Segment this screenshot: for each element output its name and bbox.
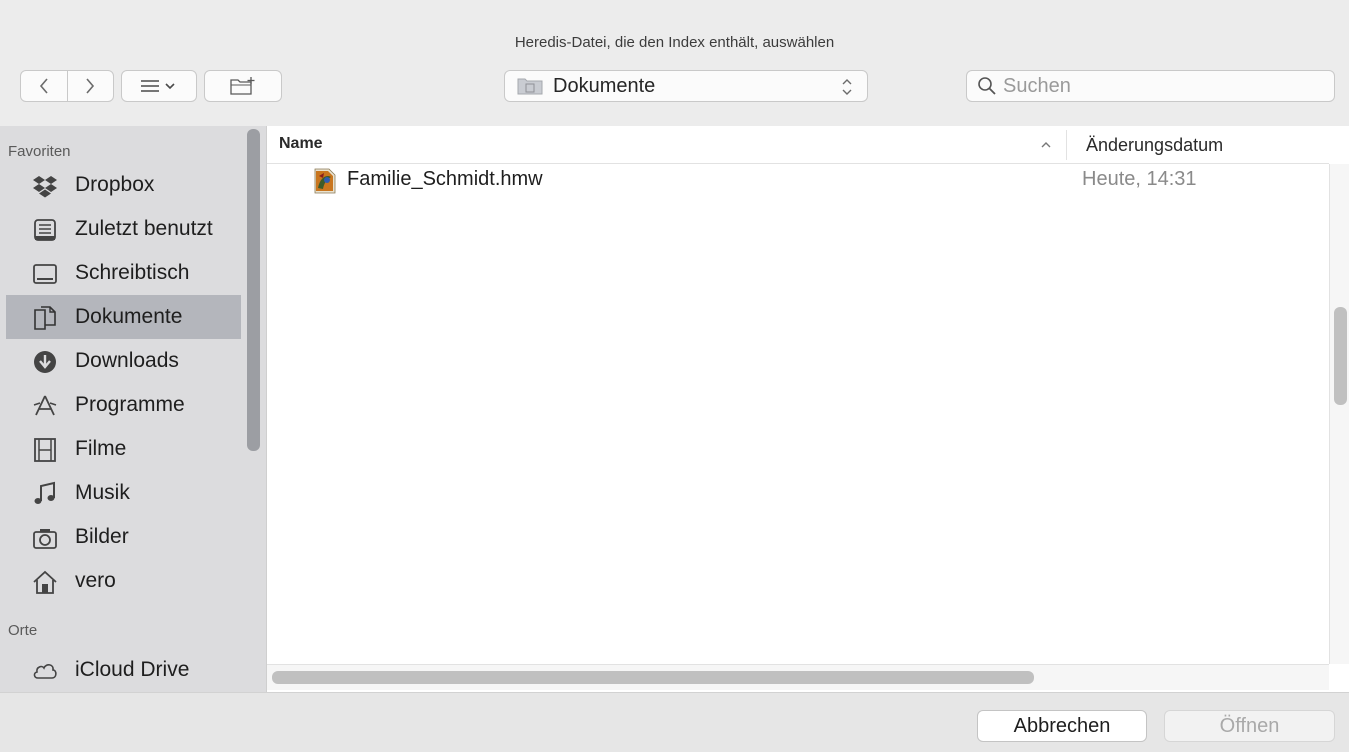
dialog-title: Heredis-Datei, die den Index enthält, au… [514,34,835,51]
sidebar-item-label: Zuletzt benutzt [75,217,213,240]
horizontal-scrollbar-thumb[interactable] [272,671,1034,684]
open-button[interactable]: Öffnen [1164,710,1335,742]
location-popup[interactable]: Dokumente [504,70,868,102]
table-row[interactable]: Familie_Schmidt.hmw Heute, 14:31 [267,166,1329,198]
sidebar-item-applications[interactable]: Programme [0,383,266,427]
column-header-name[interactable]: Name [279,135,323,153]
back-forward-group [20,70,114,102]
search-field[interactable] [966,70,1335,102]
column-header: Name Änderungsdatum [267,126,1329,164]
folder-icon [517,78,543,95]
back-button[interactable] [21,71,67,101]
sidebar-item-documents[interactable]: Dokumente [6,295,241,339]
sidebar-section-places: Orte [8,622,38,639]
documents-icon [34,306,56,330]
sidebar-section-favorites: Favoriten [8,143,71,160]
sidebar-item-label: Dropbox [75,173,155,196]
sidebar-scrollbar[interactable] [247,129,260,451]
pictures-icon [33,529,57,549]
movies-icon [34,438,56,462]
sidebar-item-label: iCloud Drive [75,658,190,681]
dropbox-icon [33,176,57,198]
sidebar-item-home[interactable]: vero [0,559,266,603]
sidebar: Favoriten Dropbox Zuletzt benutzt Schrei [0,126,266,692]
music-icon [34,481,55,504]
home-icon [33,570,57,594]
sidebar-item-music[interactable]: Musik [0,471,266,515]
new-folder-icon [230,77,255,95]
file-date: Heute, 14:31 [1082,168,1197,190]
sidebar-item-label: Filme [75,437,127,460]
sidebar-item-label: Schreibtisch [75,261,190,284]
cancel-button[interactable]: Abbrechen [977,710,1147,742]
sidebar-item-recents[interactable]: Zuletzt benutzt [0,207,266,251]
desktop-icon [33,264,57,284]
file-list: Name Änderungsdatum Familie_Schmidt.hmw … [266,126,1349,692]
dialog-footer: Abbrechen Öffnen [0,692,1349,752]
search-input[interactable] [1003,74,1323,98]
heredis-file-icon [314,168,336,194]
sidebar-item-label: Musik [75,481,130,504]
updown-chevron-icon [842,79,852,95]
sidebar-item-dropbox[interactable]: Dropbox [0,163,266,207]
sort-ascending-icon[interactable] [1040,140,1052,148]
sidebar-item-label: Dokumente [75,305,183,328]
column-header-date[interactable]: Änderungsdatum [1086,135,1223,156]
vertical-scrollbar-thumb[interactable] [1334,307,1347,405]
file-name: Familie_Schmidt.hmw [347,168,543,190]
search-icon [978,77,996,95]
sidebar-item-label: Programme [75,393,185,416]
view-options-button[interactable] [121,70,197,102]
column-divider[interactable] [1066,130,1067,160]
applications-icon [33,395,57,416]
sidebar-item-desktop[interactable]: Schreibtisch [0,251,266,295]
sidebar-item-downloads[interactable]: Downloads [0,339,266,383]
sidebar-item-icloud[interactable]: iCloud Drive [0,648,266,692]
downloads-icon [34,351,56,373]
cloud-icon [33,664,57,679]
recents-icon [34,219,56,241]
location-label: Dokumente [553,74,656,97]
sidebar-item-movies[interactable]: Filme [0,427,266,471]
sidebar-item-label: Bilder [75,525,129,548]
sidebar-item-pictures[interactable]: Bilder [0,515,266,559]
chevron-left-icon [39,78,48,94]
sidebar-item-label: Downloads [75,349,179,372]
open-file-dialog: Heredis-Datei, die den Index enthält, au… [0,0,1349,752]
vertical-scroll-track[interactable] [1329,164,1349,664]
chevron-right-icon [86,78,95,94]
sidebar-item-label: vero [75,569,116,592]
forward-button[interactable] [66,71,114,101]
new-folder-button[interactable] [204,70,282,102]
list-view-icon [141,80,175,92]
